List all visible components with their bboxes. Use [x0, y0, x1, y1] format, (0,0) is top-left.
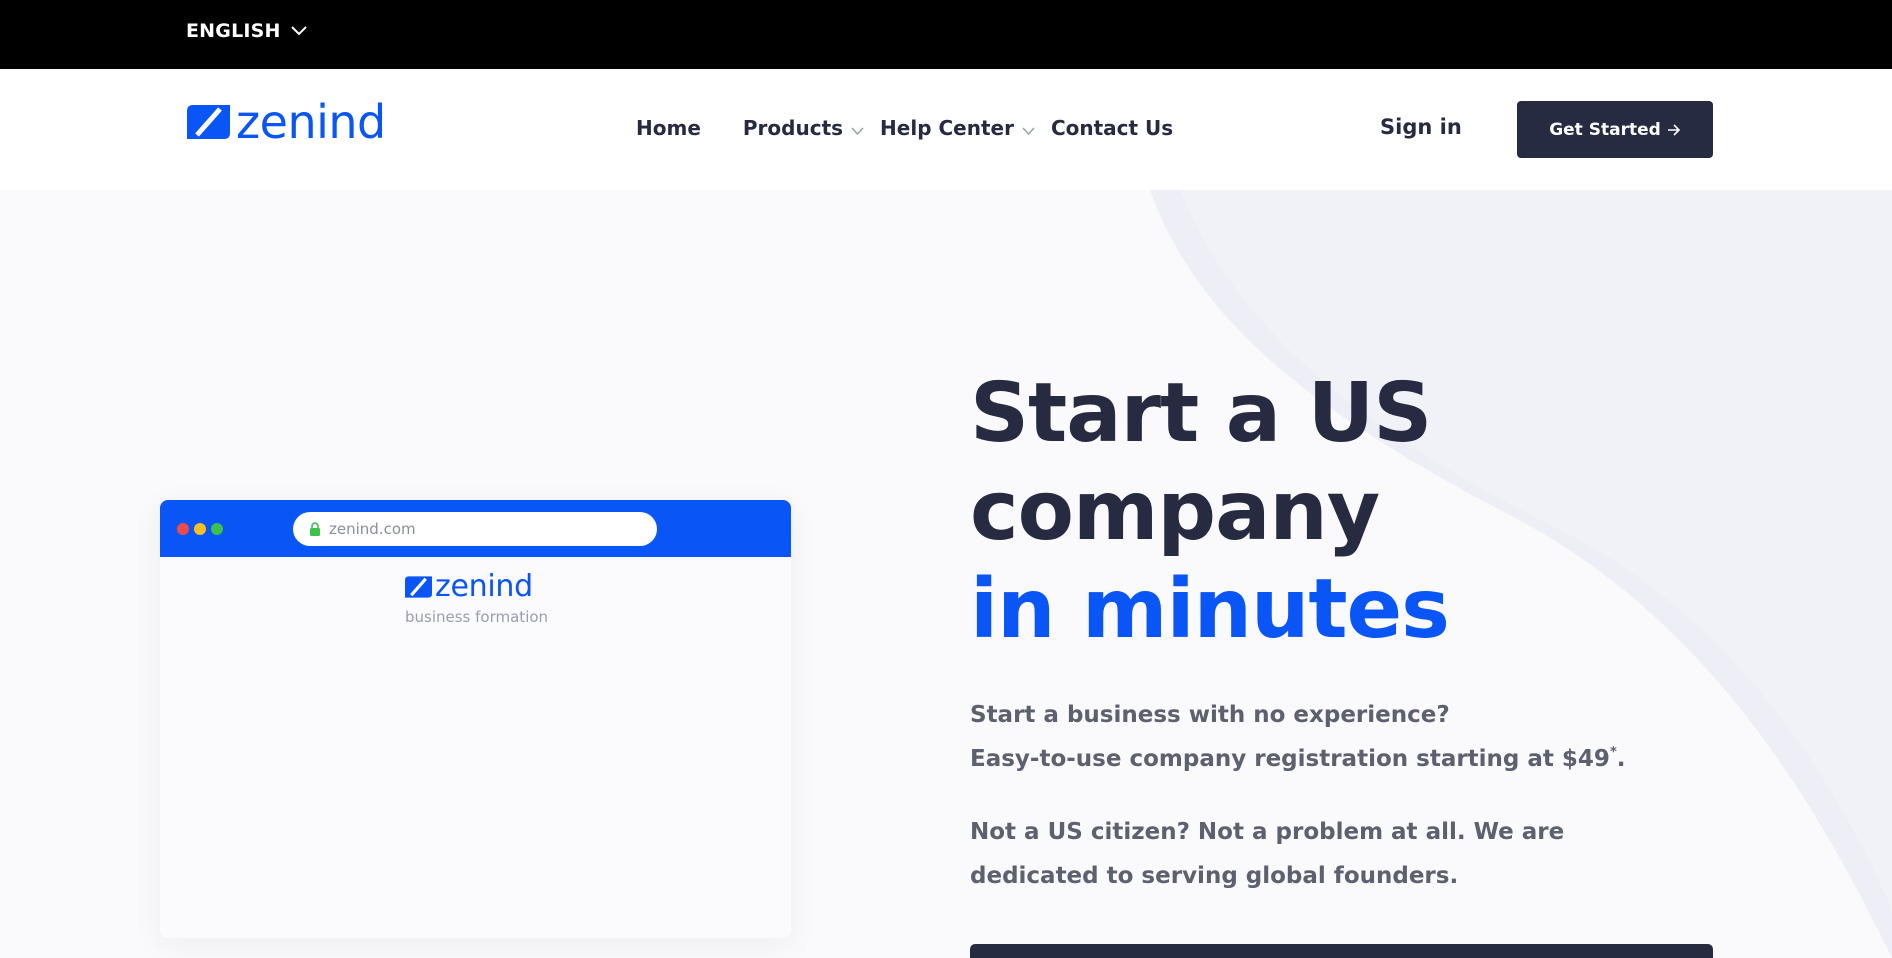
chevron-down-icon: [851, 127, 864, 135]
language-label: ENGLISH: [186, 20, 281, 42]
nav-contact-us[interactable]: Contact Us: [1051, 116, 1173, 140]
nav-home-label: Home: [636, 116, 701, 140]
hero-subtext: Start a business with no experience? Eas…: [970, 693, 1730, 781]
logo-text: zenind: [236, 95, 386, 149]
language-bar: ENGLISH: [0, 0, 1892, 69]
chevron-down-icon: [290, 26, 307, 36]
close-dot: [177, 523, 189, 535]
chevron-down-icon: [1022, 127, 1035, 135]
language-selector[interactable]: ENGLISH: [186, 20, 307, 42]
price-asterisk: *: [1609, 745, 1617, 760]
sign-in-link[interactable]: Sign in: [1380, 115, 1462, 139]
hero-headline: Start a US company in minutes: [970, 365, 1450, 659]
arrow-right-icon: [1667, 123, 1680, 136]
headline-line-1: Start a US: [970, 366, 1432, 461]
subtext-line-2: Easy-to-use company registration startin…: [970, 737, 1730, 781]
site-logo[interactable]: zenind: [187, 99, 386, 145]
headline-line-3: in minutes: [970, 562, 1450, 657]
subtext-price: Easy-to-use company registration startin…: [970, 746, 1610, 772]
address-bar: zenind.com: [293, 512, 657, 546]
nav-help-center[interactable]: Help Center: [880, 116, 1035, 140]
logo-mark-icon: [187, 105, 230, 139]
minimize-dot: [194, 523, 206, 535]
site-header: zenind Home Products Help Center Contact…: [0, 69, 1892, 190]
get-started-label: Get Started: [1549, 119, 1661, 140]
nav-contact-us-label: Contact Us: [1050, 116, 1174, 140]
subtext-line-1: Start a business with no experience?: [970, 702, 1450, 728]
nav-products-label: Products: [742, 116, 844, 140]
mockup-logo-text: zenind: [435, 569, 533, 604]
hero-cta-button[interactable]: [970, 944, 1713, 958]
main-nav: Home Products Help Center Contact Us: [636, 116, 1173, 140]
logo-mark-icon: [405, 576, 432, 598]
hero-section: zenind.com zenind business formation Sta…: [0, 190, 1892, 958]
nav-help-center-label: Help Center: [880, 116, 1014, 140]
mockup-subtitle: business formation: [405, 608, 549, 626]
browser-toolbar: zenind.com: [160, 500, 791, 557]
headline-line-2: company: [970, 464, 1380, 559]
hero-global-founders-text: Not a US citizen? Not a problem at all. …: [970, 819, 1565, 889]
get-started-button[interactable]: Get Started: [1517, 101, 1713, 158]
nav-products[interactable]: Products: [743, 116, 864, 140]
mockup-logo: zenind: [405, 572, 533, 602]
maximize-dot: [211, 523, 223, 535]
browser-mockup: zenind.com zenind business formation: [160, 500, 791, 938]
address-text: zenind.com: [329, 520, 416, 538]
nav-home[interactable]: Home: [636, 116, 701, 140]
lock-icon: [310, 522, 320, 536]
subtext-period: .: [1616, 746, 1626, 772]
